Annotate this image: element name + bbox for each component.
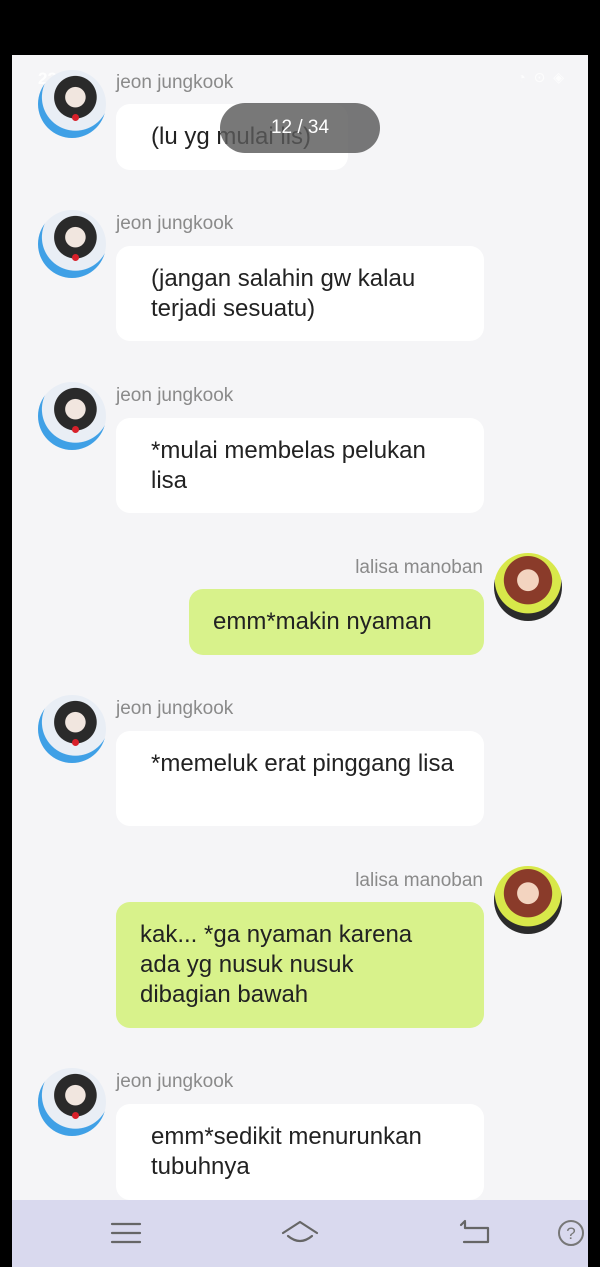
message-bubble[interactable]: *memeluk erat pinggang lisa [116,731,484,826]
jungkook-avatar[interactable] [38,70,106,138]
message-bubble[interactable]: emm*sedikit menurunkan tubuhnya [116,1104,484,1200]
sender-name: jeon jungkook [116,698,234,719]
page-indicator: 12 / 34 [220,103,380,153]
sender-name: lalisa manoban [355,870,483,891]
message-bubble[interactable]: emm*makin nyaman [189,589,484,655]
message-bubble[interactable]: *mulai membelas pelukan lisa [116,418,484,513]
jungkook-avatar[interactable] [38,210,106,278]
jungkook-avatar[interactable] [38,695,106,763]
lisa-avatar[interactable] [494,866,562,934]
sender-name: jeon jungkook [116,213,234,234]
menu-button[interactable] [108,1216,144,1250]
lisa-avatar[interactable] [494,553,562,621]
help-label: ? [566,1224,575,1243]
back-button[interactable] [458,1216,494,1250]
sender-name: jeon jungkook [116,1071,234,1092]
sender-name: lalisa manoban [355,557,483,578]
sender-name: jeon jungkook [116,72,234,93]
message-bubble[interactable]: kak... *ga nyaman karena ada yg nusuk nu… [116,902,484,1028]
home-icon [281,1220,319,1243]
jungkook-avatar[interactable] [38,382,106,450]
chat-screen: 22.0 ◔ ⊙ ◈ 12 / 34 jeon jungkook (lu yg … [12,55,588,1200]
home-button[interactable] [280,1216,320,1250]
menu-icon [110,1222,142,1244]
help-button[interactable]: ? [556,1216,586,1250]
message-bubble[interactable]: (jangan salahin gw kalau terjadi sesuatu… [116,246,484,341]
help-icon: ? [558,1220,584,1246]
back-icon [459,1219,490,1244]
sender-name: jeon jungkook [116,385,234,406]
status-icons: ◔ ⊙ ◈ [517,69,566,85]
jungkook-avatar[interactable] [38,1068,106,1136]
navigation-bar: ? [12,1200,588,1267]
